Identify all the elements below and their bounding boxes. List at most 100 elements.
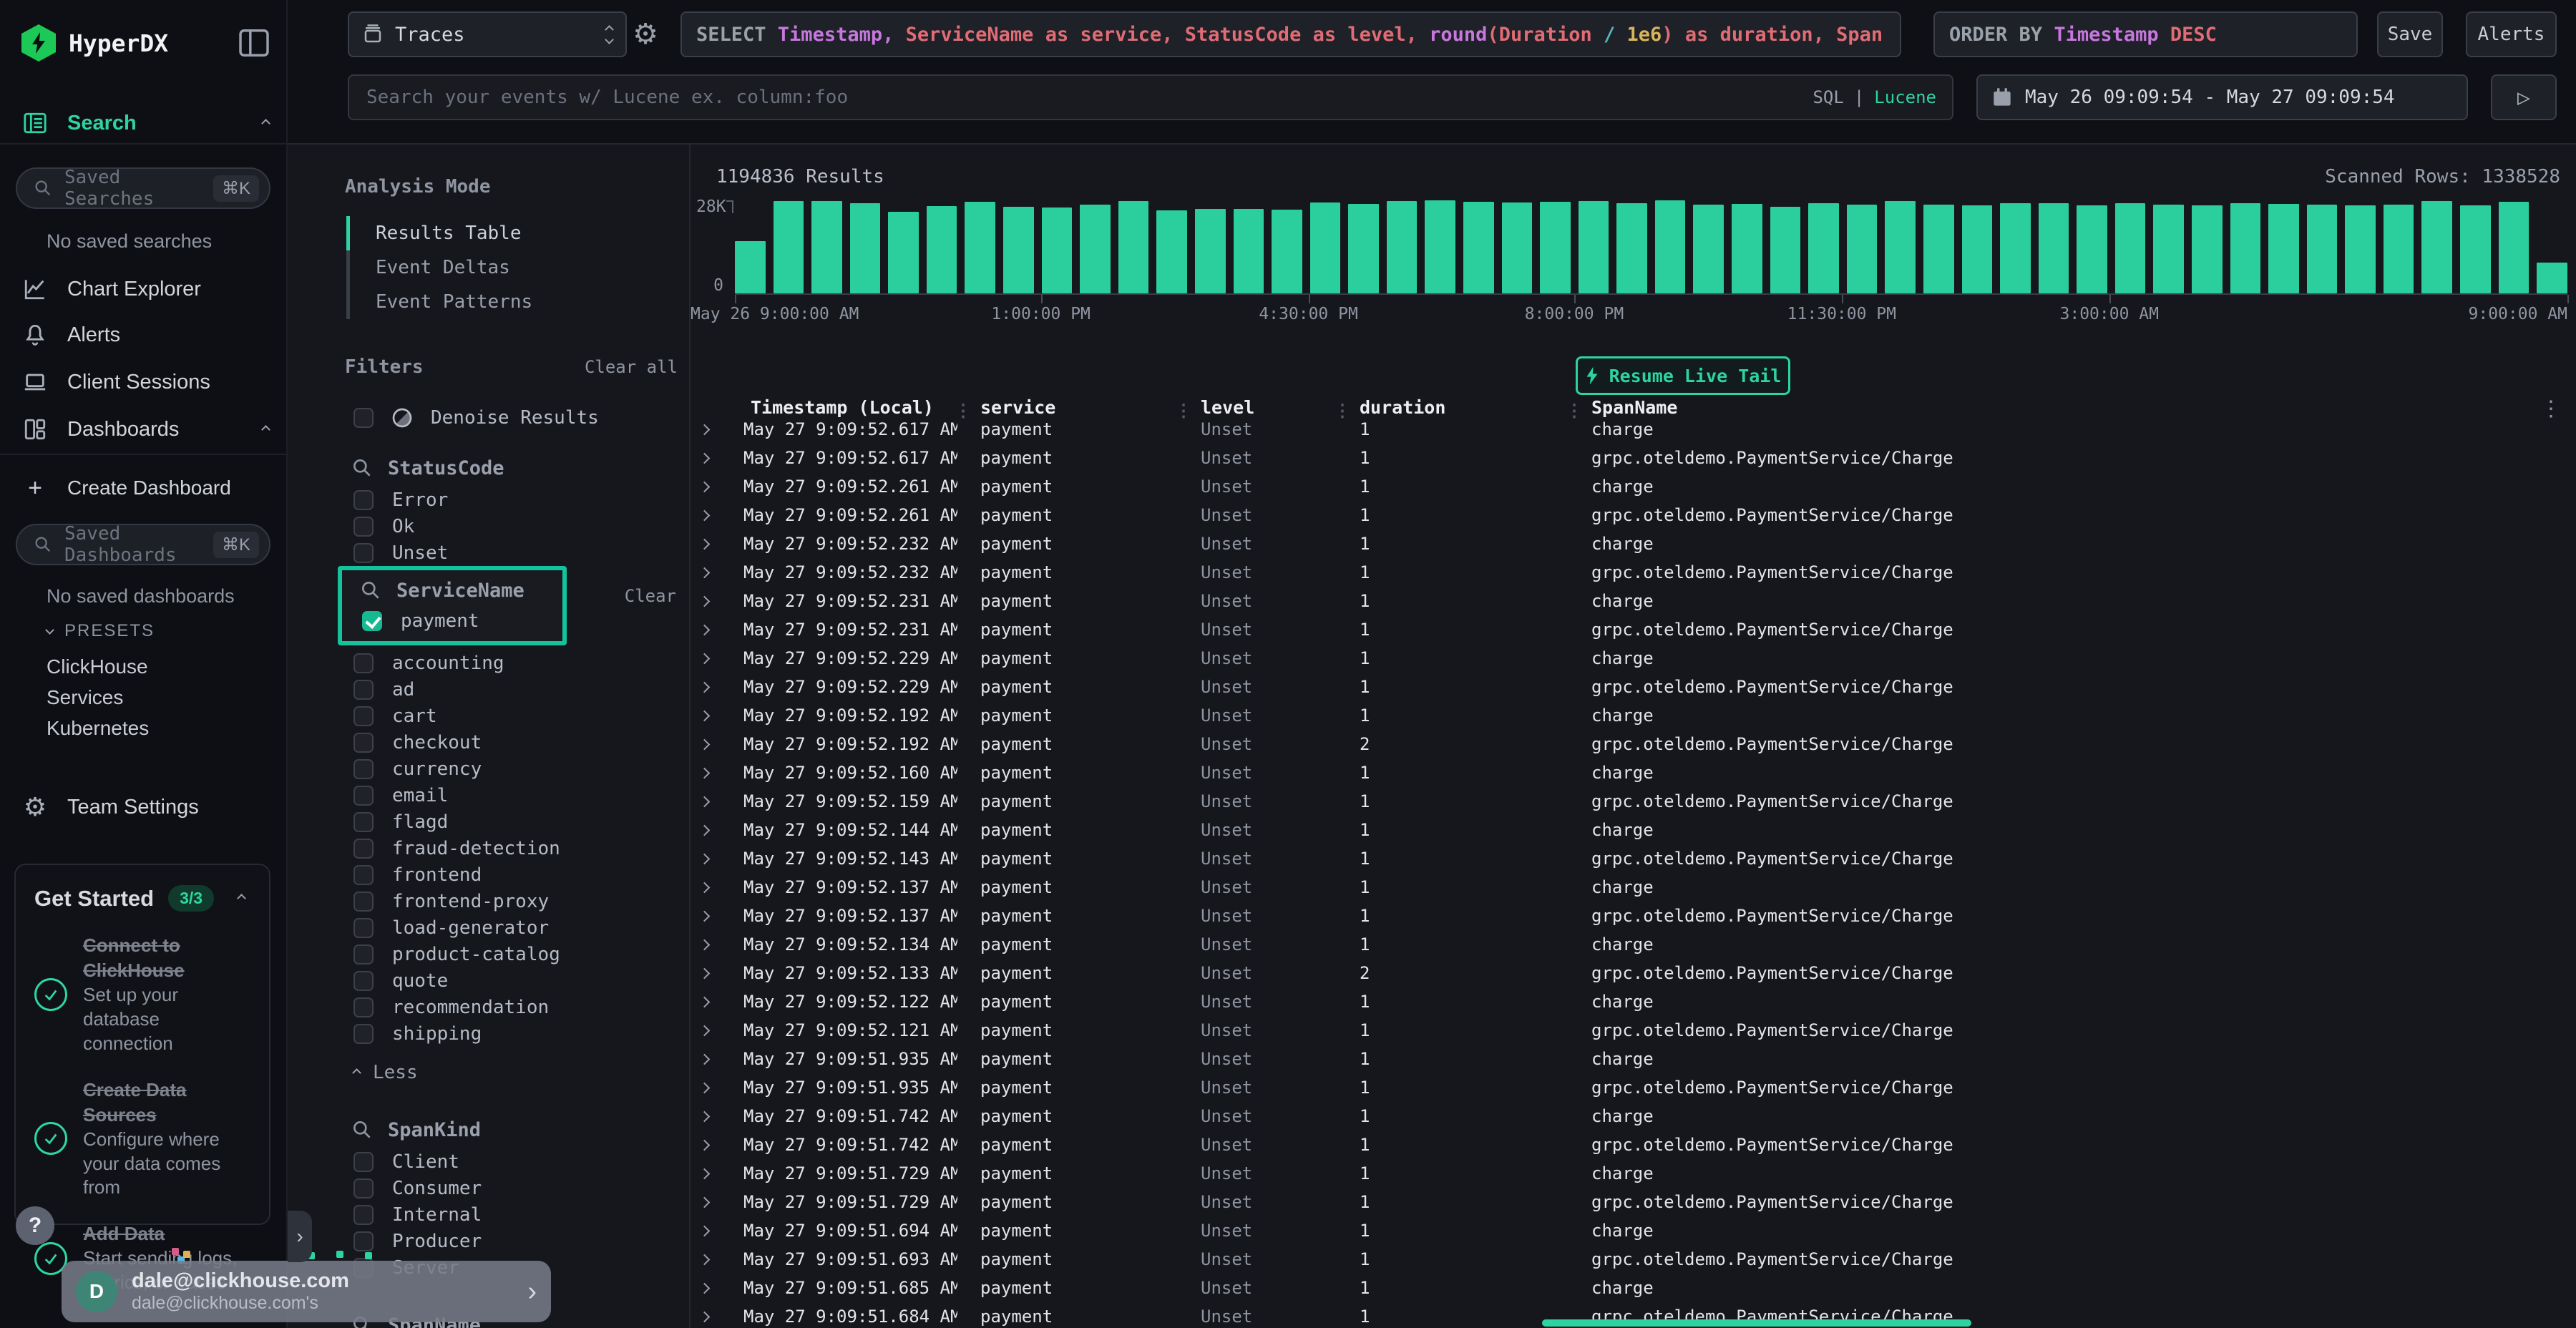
checkbox[interactable] [353,786,374,806]
histogram-bar[interactable] [1693,205,1724,293]
row-expand-chevron[interactable] [691,730,721,758]
histogram-bar[interactable] [1463,202,1494,293]
row-expand-chevron[interactable] [691,673,721,701]
sidebar-item-search[interactable]: Search [21,104,269,142]
row-expand-chevron[interactable] [691,1102,721,1131]
histogram-bar[interactable] [2345,205,2376,293]
filter-option-product-catalog[interactable]: product-catalog [353,941,689,967]
row-expand-chevron[interactable] [691,444,721,472]
row-expand-chevron[interactable] [691,644,721,673]
histogram-bar[interactable] [2230,203,2261,293]
filter-option-frontend-proxy[interactable]: frontend-proxy [353,888,689,914]
checkbox[interactable] [353,543,374,563]
preset-services[interactable]: Services [47,682,149,713]
checkbox[interactable] [353,1152,374,1172]
histogram-bar[interactable] [2077,205,2107,293]
filter-option-checkout[interactable]: checkout [353,729,689,756]
table-row[interactable]: May 27 9:09:52.232 AMpaymentUnset1charge [691,529,2576,558]
row-expand-chevron[interactable] [691,1302,721,1328]
mode-sql[interactable]: SQL [1813,87,1843,107]
row-expand-chevron[interactable] [691,1073,721,1102]
histogram-bar[interactable] [965,202,995,293]
checkbox[interactable] [353,653,374,673]
analysis-mode-event-deltas[interactable]: Event Deltas [346,250,689,285]
table-row[interactable]: May 27 9:09:52.192 AMpaymentUnset1charge [691,701,2576,730]
row-expand-chevron[interactable] [691,816,721,844]
sql-orderby-editor[interactable]: ORDER BY Timestamp DESC [1933,11,2358,57]
checkbox[interactable] [353,971,374,991]
table-row[interactable]: May 27 9:09:52.261 AMpaymentUnset1grpc.o… [691,501,2576,529]
checkbox[interactable] [353,892,374,912]
sql-select-editor[interactable]: SELECT Timestamp, ServiceName as service… [680,11,1901,57]
table-row[interactable]: May 27 9:09:51.729 AMpaymentUnset1charge [691,1159,2576,1188]
checkbox[interactable] [353,759,374,779]
horizontal-scrollbar-thumb[interactable] [1542,1319,1971,1327]
collapse-panel-icon[interactable] [239,29,269,57]
user-menu[interactable]: D dale@clickhouse.com dale@clickhouse.co… [62,1261,551,1322]
mode-lucene[interactable]: Lucene [1874,87,1936,107]
clear-all-filters-button[interactable]: Clear all [585,357,678,377]
row-expand-chevron[interactable] [691,587,721,615]
histogram-bar[interactable] [2537,263,2567,293]
row-expand-chevron[interactable] [691,1245,721,1274]
table-row[interactable]: May 27 9:09:52.617 AMpaymentUnset1charge [691,415,2576,444]
histogram-bar[interactable] [1808,203,1839,293]
row-expand-chevron[interactable] [691,758,721,787]
show-less-button[interactable]: Less [353,1058,689,1087]
row-expand-chevron[interactable] [691,930,721,959]
filter-option-shipping[interactable]: shipping [353,1020,689,1047]
filter-option-accounting[interactable]: accounting [353,650,689,676]
checkbox[interactable] [353,733,374,753]
histogram-bar[interactable] [1348,204,1379,293]
table-row[interactable]: May 27 9:09:52.159 AMpaymentUnset1grpc.o… [691,787,2576,816]
histogram-bar[interactable] [2039,203,2069,293]
source-select[interactable]: Traces [348,11,627,57]
table-row[interactable]: May 27 9:09:52.232 AMpaymentUnset1grpc.o… [691,558,2576,587]
histogram-bar[interactable] [850,203,881,293]
histogram-bar[interactable] [1156,210,1187,293]
filter-option-unset[interactable]: Unset [353,540,689,566]
preset-kubernetes[interactable]: Kubernetes [47,713,149,743]
checkbox[interactable] [353,1178,374,1198]
table-row[interactable]: May 27 9:09:51.685 AMpaymentUnset1charge [691,1274,2576,1302]
histogram-bar[interactable] [2384,205,2414,293]
histogram-bar[interactable] [1234,209,1264,293]
checkbox[interactable] [353,517,374,537]
histogram-bar[interactable] [1272,210,1302,293]
table-row[interactable]: May 27 9:09:52.229 AMpaymentUnset1charge [691,644,2576,673]
filter-option-load-generator[interactable]: load-generator [353,914,689,941]
filter-option-currency[interactable]: currency [353,756,689,782]
histogram-bar[interactable] [1885,201,1916,293]
table-row[interactable]: May 27 9:09:52.122 AMpaymentUnset1charge [691,987,2576,1016]
row-expand-chevron[interactable] [691,558,721,587]
histogram-bar[interactable] [888,212,919,293]
event-search-bar[interactable]: SQL | Lucene [348,74,1953,120]
row-expand-chevron[interactable] [691,472,721,501]
filter-group-statuscode[interactable]: StatusCode [351,456,689,479]
histogram-bar[interactable] [1770,207,1801,293]
sidebar-item-client-sessions[interactable]: Client Sessions [21,363,269,401]
row-expand-chevron[interactable] [691,529,721,558]
row-expand-chevron[interactable] [691,1188,721,1216]
row-expand-chevron[interactable] [691,1159,721,1188]
table-row[interactable]: May 27 9:09:52.617 AMpaymentUnset1grpc.o… [691,444,2576,472]
row-expand-chevron[interactable] [691,701,721,730]
table-row[interactable]: May 27 9:09:52.192 AMpaymentUnset2grpc.o… [691,730,2576,758]
sidebar-item-dashboards[interactable]: Dashboards [21,411,269,448]
checkbox[interactable] [353,944,374,965]
filter-option-producer[interactable]: Producer [353,1228,689,1254]
preset-clickhouse[interactable]: ClickHouse [47,651,149,682]
histogram-bar[interactable] [1195,209,1226,293]
checkbox[interactable] [353,918,374,938]
source-settings-gear-icon[interactable]: ⚙ [627,16,664,53]
histogram-bar[interactable] [1310,202,1341,293]
row-expand-chevron[interactable] [691,501,721,529]
table-row[interactable]: May 27 9:09:51.694 AMpaymentUnset1charge [691,1216,2576,1245]
denoise-results-toggle[interactable]: Denoise Results [353,404,689,432]
histogram-bar[interactable] [1118,201,1149,293]
histogram-bar[interactable] [1042,208,1073,293]
denoise-checkbox[interactable] [353,408,374,428]
checkbox-checked[interactable] [362,611,382,631]
row-expand-chevron[interactable] [691,987,721,1016]
table-row[interactable]: May 27 9:09:52.143 AMpaymentUnset1grpc.o… [691,844,2576,873]
